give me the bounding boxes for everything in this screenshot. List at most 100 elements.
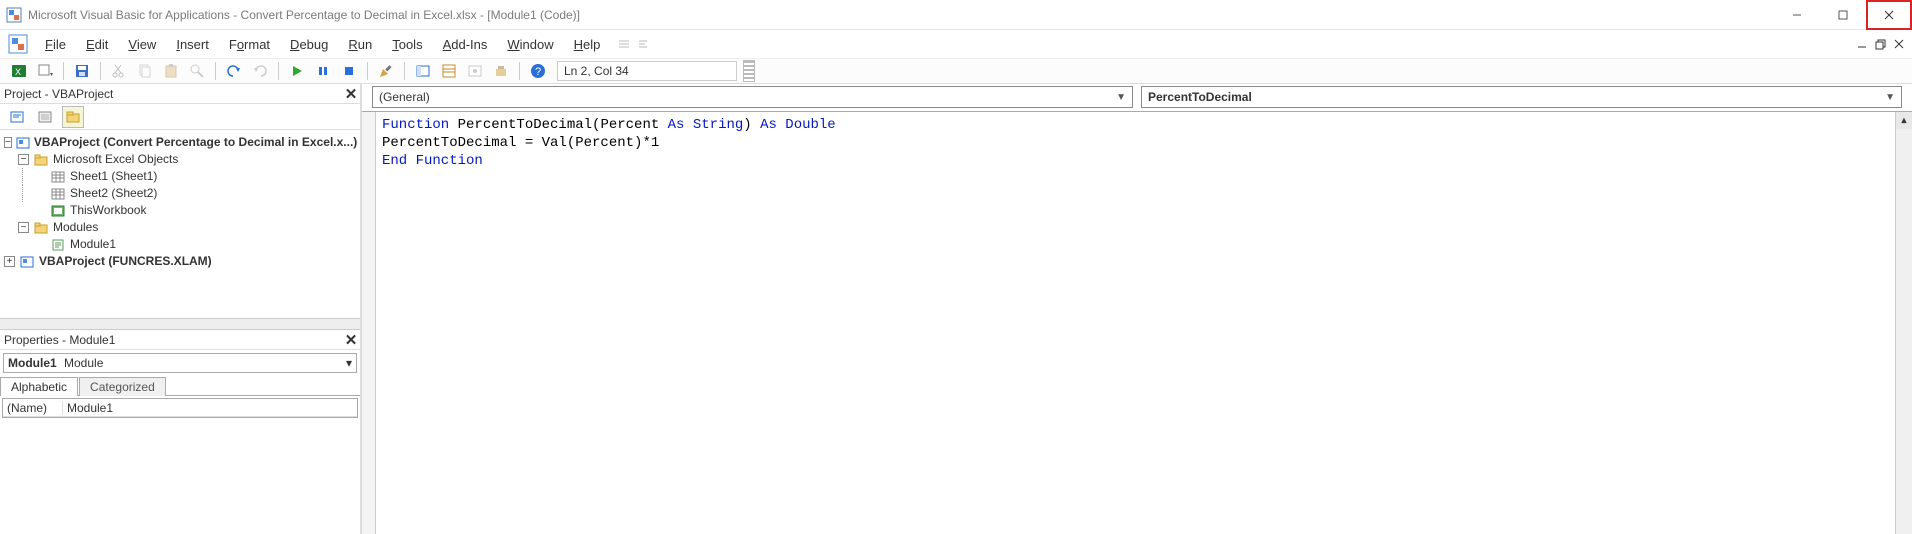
sheet1-node[interactable]: Sheet1 (Sheet1) — [70, 168, 157, 185]
properties-pane-title-text: Properties - Module1 — [4, 333, 115, 347]
code-margin — [362, 112, 376, 534]
menu-help[interactable]: Help — [565, 34, 610, 55]
scroll-track[interactable] — [1896, 129, 1912, 534]
object-dropdown-value: (General) — [379, 90, 430, 104]
properties-pane-title: Properties - Module1 ✕ — [0, 330, 360, 350]
mdi-restore-button[interactable] — [1875, 39, 1886, 50]
menu-file[interactable]: File — [36, 34, 75, 55]
toolbox-button[interactable] — [490, 60, 512, 82]
properties-tabs: Alphabetic Categorized — [0, 376, 360, 396]
project-pane-close-button[interactable]: ✕ — [342, 85, 360, 103]
chevron-down-icon: ▼ — [1885, 92, 1895, 103]
insert-dropdown-button[interactable] — [34, 60, 56, 82]
workbook-icon — [50, 203, 66, 219]
cursor-position-text: Ln 2, Col 34 — [564, 64, 629, 78]
collapse-icon[interactable]: − — [4, 137, 12, 148]
object-browser-button[interactable] — [464, 60, 486, 82]
excel-objects-folder[interactable]: Microsoft Excel Objects — [53, 151, 178, 168]
menu-debug[interactable]: Debug — [281, 34, 337, 55]
project-pane-toolbar — [0, 104, 360, 130]
menu-edit[interactable]: Edit — [77, 34, 117, 55]
break-button[interactable] — [312, 60, 334, 82]
worksheet-icon — [50, 169, 66, 185]
toolbar-grip[interactable] — [743, 60, 755, 82]
thisworkbook-node[interactable]: ThisWorkbook — [70, 202, 146, 219]
window-title: Microsoft Visual Basic for Applications … — [28, 8, 1774, 22]
project-root-node[interactable]: VBAProject (Convert Percentage to Decima… — [34, 134, 357, 151]
vba-logo-icon — [8, 34, 28, 54]
design-mode-button[interactable] — [375, 60, 397, 82]
standard-toolbar: X ? Ln 2, Col 34 — [0, 58, 1912, 84]
collapse-icon[interactable]: − — [18, 154, 29, 165]
mdi-close-button[interactable] — [1894, 39, 1904, 49]
menu-view[interactable]: View — [119, 34, 165, 55]
property-key: (Name) — [3, 401, 63, 415]
svg-text:?: ? — [535, 66, 541, 78]
svg-text:X: X — [15, 67, 21, 77]
horizontal-splitter[interactable] — [0, 318, 360, 330]
folder-icon — [33, 152, 49, 168]
run-button[interactable] — [286, 60, 308, 82]
properties-object-type: Module — [64, 356, 103, 370]
module1-node[interactable]: Module1 — [70, 236, 116, 253]
project-tree[interactable]: − VBAProject (Convert Percentage to Deci… — [0, 130, 360, 318]
vertical-scrollbar[interactable]: ▴ — [1895, 112, 1912, 534]
module-icon — [50, 237, 66, 253]
funcres-project-node[interactable]: VBAProject (FUNCRES.XLAM) — [39, 253, 212, 270]
chevron-down-icon: ▾ — [346, 356, 352, 370]
menu-insert[interactable]: Insert — [167, 34, 218, 55]
toggle-folders-button[interactable] — [62, 106, 84, 128]
menu-extra-icons — [617, 37, 651, 51]
worksheet-icon — [50, 186, 66, 202]
menu-window[interactable]: Window — [498, 34, 562, 55]
redo-button[interactable] — [249, 60, 271, 82]
procedure-dropdown[interactable]: PercentToDecimal ▼ — [1141, 86, 1902, 108]
copy-button[interactable] — [134, 60, 156, 82]
project-explorer-button[interactable] — [412, 60, 434, 82]
project-icon — [19, 254, 35, 270]
expand-icon[interactable]: + — [4, 256, 15, 267]
property-row[interactable]: (Name) Module1 — [3, 399, 357, 417]
find-button[interactable] — [186, 60, 208, 82]
window-close-button[interactable] — [1866, 0, 1912, 30]
vba-app-icon — [6, 7, 22, 23]
properties-grid: (Name) Module1 — [2, 398, 358, 418]
object-dropdown[interactable]: (General) ▼ — [372, 86, 1133, 108]
modules-folder[interactable]: Modules — [53, 219, 98, 236]
sheet2-node[interactable]: Sheet2 (Sheet2) — [70, 185, 157, 202]
reset-button[interactable] — [338, 60, 360, 82]
window-titlebar: Microsoft Visual Basic for Applications … — [0, 0, 1912, 30]
menu-format[interactable]: Format — [220, 34, 279, 55]
menu-run[interactable]: Run — [339, 34, 381, 55]
code-editor[interactable]: Function PercentToDecimal(Percent As Str… — [362, 111, 1912, 534]
paste-button[interactable] — [160, 60, 182, 82]
cursor-position-display: Ln 2, Col 34 — [557, 61, 737, 81]
save-button[interactable] — [71, 60, 93, 82]
project-pane-title: Project - VBAProject ✕ — [0, 84, 360, 104]
view-code-button[interactable] — [6, 106, 28, 128]
properties-window-button[interactable] — [438, 60, 460, 82]
project-pane-title-text: Project - VBAProject — [4, 87, 113, 101]
mdi-minimize-button[interactable] — [1857, 39, 1867, 49]
folder-icon — [33, 220, 49, 236]
window-minimize-button[interactable] — [1774, 0, 1820, 30]
cut-button[interactable] — [108, 60, 130, 82]
properties-object-name: Module1 — [8, 356, 57, 370]
properties-pane-close-button[interactable]: ✕ — [342, 331, 360, 349]
help-button[interactable]: ? — [527, 60, 549, 82]
chevron-down-icon: ▼ — [1116, 92, 1126, 103]
view-excel-button[interactable]: X — [8, 60, 30, 82]
menu-tools[interactable]: Tools — [383, 34, 431, 55]
scroll-up-arrow[interactable]: ▴ — [1896, 112, 1912, 129]
menu-addins[interactable]: Add-Ins — [434, 34, 497, 55]
tab-categorized[interactable]: Categorized — [79, 377, 166, 396]
properties-object-selector[interactable]: Module1 Module ▾ — [3, 353, 357, 373]
procedure-dropdown-value: PercentToDecimal — [1148, 90, 1252, 104]
undo-button[interactable] — [223, 60, 245, 82]
view-object-button[interactable] — [34, 106, 56, 128]
tab-alphabetic[interactable]: Alphabetic — [0, 377, 78, 396]
window-maximize-button[interactable] — [1820, 0, 1866, 30]
project-icon — [16, 135, 30, 151]
property-value[interactable]: Module1 — [63, 401, 357, 415]
collapse-icon[interactable]: − — [18, 222, 29, 233]
